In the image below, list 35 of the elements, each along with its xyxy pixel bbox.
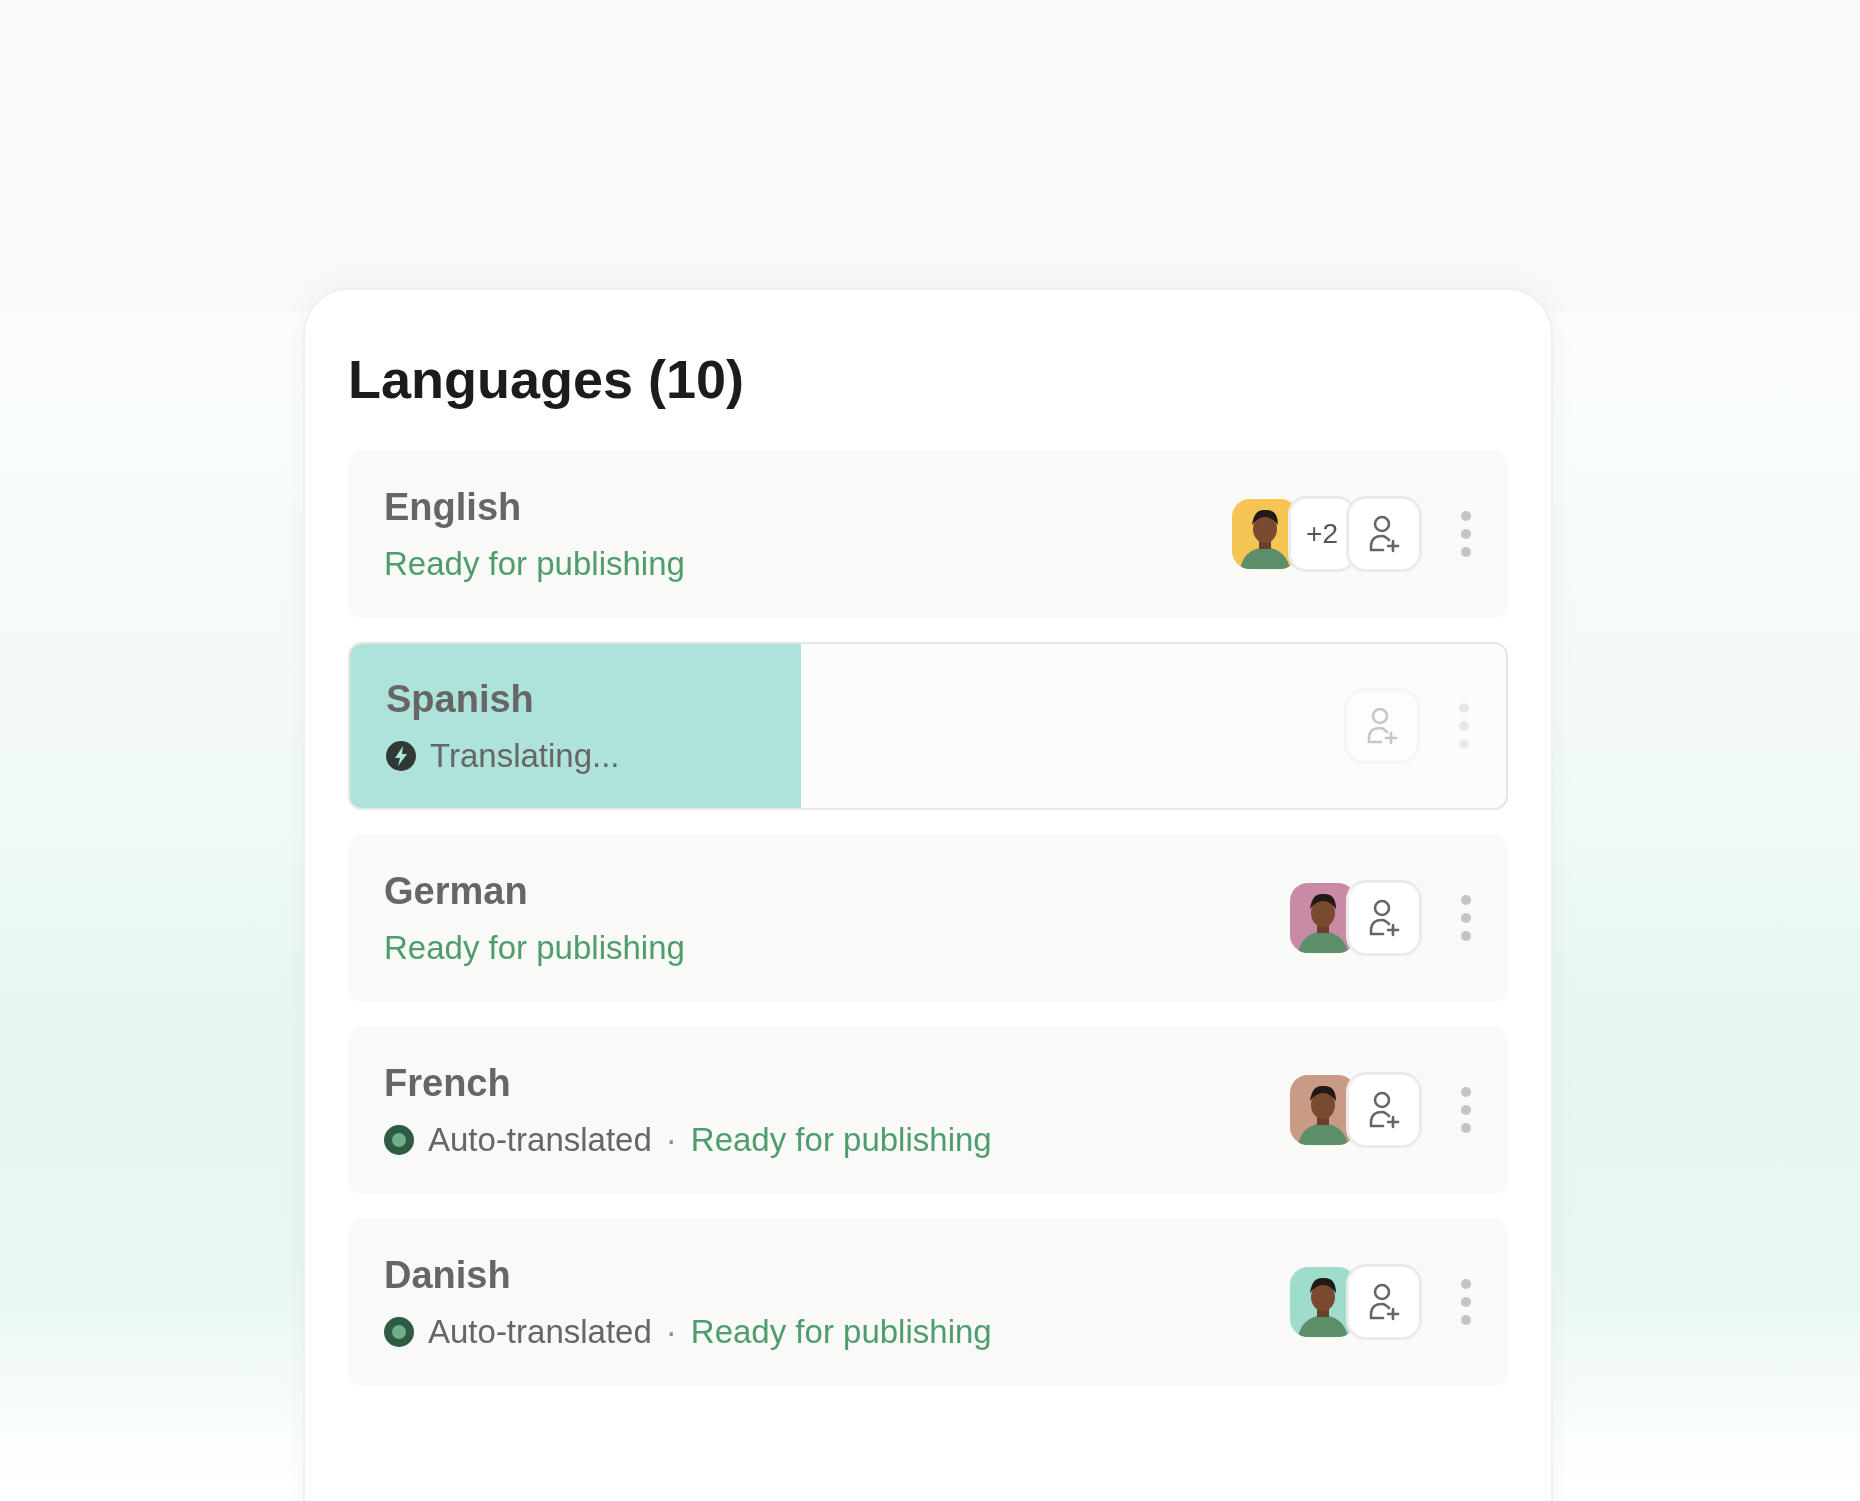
- status-text: Auto-translated: [428, 1312, 652, 1351]
- status-icon: [384, 1124, 414, 1155]
- language-name: Spanish: [386, 677, 535, 721]
- add-user-button[interactable]: [1346, 880, 1422, 956]
- lightning-icon: [386, 740, 416, 771]
- language-name: English: [384, 485, 523, 529]
- status-text: Auto-translated: [428, 1120, 652, 1159]
- status-text: Translating...: [430, 736, 620, 775]
- more-icon[interactable]: [1460, 510, 1472, 558]
- language-row[interactable]: French Auto-translated · Ready for publishing: [348, 1026, 1508, 1194]
- status-text: Ready for publishing: [690, 1120, 992, 1159]
- add-user-icon: [1367, 1090, 1401, 1130]
- add-user-icon: [1367, 898, 1401, 938]
- status-icon: [384, 1316, 414, 1347]
- add-user-button[interactable]: [1346, 496, 1422, 572]
- language-name: Danish: [384, 1253, 512, 1297]
- add-user-button[interactable]: [1346, 1072, 1422, 1148]
- status-text: Ready for publishing: [384, 544, 685, 583]
- more-icon[interactable]: [1460, 1278, 1472, 1326]
- separator: ·: [665, 1312, 677, 1351]
- add-user-icon: [1365, 706, 1399, 746]
- add-user-icon: [1367, 514, 1401, 554]
- language-name: German: [384, 869, 529, 913]
- separator: ·: [665, 1120, 677, 1159]
- add-user-button[interactable]: [1346, 1264, 1422, 1340]
- language-row[interactable]: Danish Auto-translated · Ready for publishing: [348, 1218, 1508, 1386]
- card-title: Languages (10): [348, 348, 746, 410]
- status-text: Ready for publishing: [384, 928, 685, 967]
- language-row[interactable]: English Ready for publishing +2: [348, 450, 1508, 618]
- more-icon[interactable]: [1460, 1086, 1472, 1134]
- more-icon[interactable]: [1460, 894, 1472, 942]
- status-text: Ready for publishing: [690, 1312, 992, 1351]
- add-user-icon: [1367, 1282, 1401, 1322]
- language-row[interactable]: German Ready for publishing: [348, 834, 1508, 1002]
- language-name: French: [384, 1061, 512, 1105]
